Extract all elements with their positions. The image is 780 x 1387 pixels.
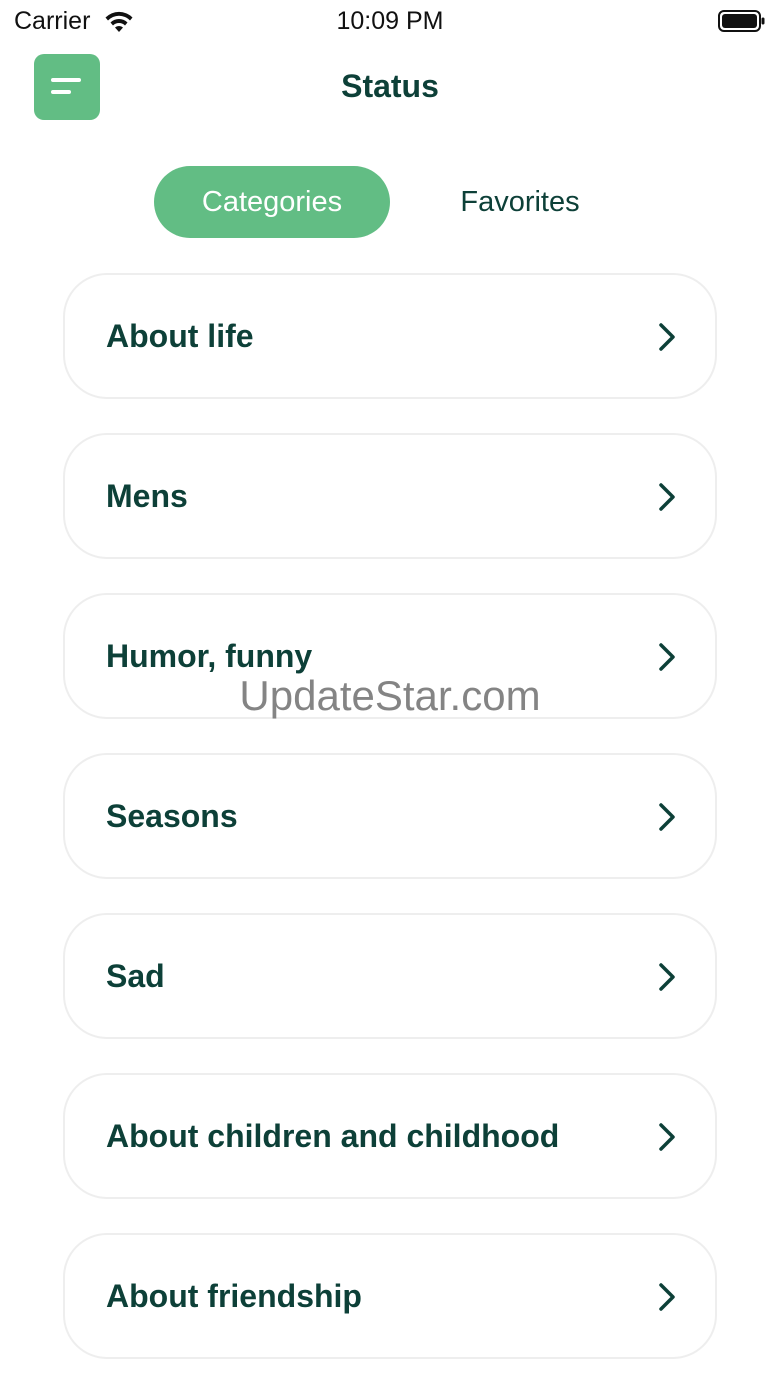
chevron-right-icon <box>659 483 675 511</box>
tab-categories[interactable]: Categories <box>154 166 390 238</box>
category-item-mens[interactable]: Mens <box>63 433 717 559</box>
chevron-right-icon <box>659 963 675 991</box>
chevron-right-icon <box>659 1283 675 1311</box>
app-screen: Carrier 10:09 PM Status Categories Favor… <box>0 0 780 1387</box>
category-item-about-life[interactable]: About life <box>63 273 717 399</box>
category-label: Sad <box>106 958 165 994</box>
category-item-humor-funny[interactable]: Humor, funny <box>63 593 717 719</box>
category-label: About life <box>106 318 254 354</box>
category-label: Mens <box>106 478 188 514</box>
chevron-right-icon <box>659 323 675 351</box>
chevron-right-icon <box>659 803 675 831</box>
category-label: About friendship <box>106 1278 362 1314</box>
chevron-right-icon <box>659 643 675 671</box>
chevron-right-icon <box>659 1123 675 1151</box>
battery-full-icon <box>718 10 765 32</box>
status-bar: Carrier 10:09 PM <box>0 0 780 44</box>
tab-favorites[interactable]: Favorites <box>410 166 630 238</box>
page-title: Status <box>341 68 439 104</box>
clock: 10:09 PM <box>336 7 444 35</box>
category-label: Humor, funny <box>106 638 313 674</box>
category-item-about-children[interactable]: About children and childhood <box>63 1073 717 1199</box>
category-item-seasons[interactable]: Seasons <box>63 753 717 879</box>
category-item-about-friendship[interactable]: About friendship <box>63 1233 717 1359</box>
category-list: About life Mens Humor, funny Seasons Sad <box>63 273 717 1387</box>
category-item-sad[interactable]: Sad <box>63 913 717 1039</box>
category-label: About children and childhood <box>106 1118 560 1154</box>
category-label: Seasons <box>106 798 238 834</box>
